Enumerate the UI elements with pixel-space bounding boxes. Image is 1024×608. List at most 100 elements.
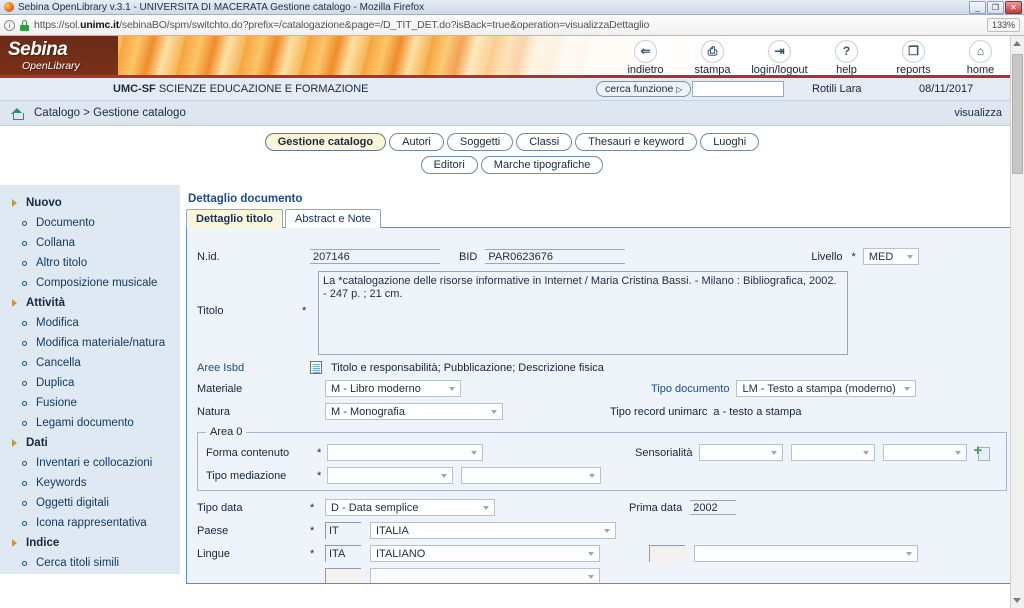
livello-select[interactable]: MED (862, 248, 919, 265)
chevron-down-icon (588, 551, 594, 556)
topnav-item-indietro[interactable]: ⇐ indietro (612, 38, 679, 76)
tipo-data-select[interactable]: D - Data semplice (325, 499, 495, 516)
chevron-down-icon (441, 473, 447, 478)
pill-autori[interactable]: Autori (389, 133, 444, 151)
maximize-button[interactable]: ❐ (987, 0, 1004, 14)
current-user: Rotili Lara (812, 83, 862, 95)
lingue-select-1[interactable]: ITALIANO (370, 545, 600, 562)
natura-select[interactable]: M - Monografia (325, 403, 503, 420)
natura-value: M - Monografia (331, 405, 405, 418)
sidebar-item-label: Fusione (36, 397, 77, 409)
page-scrollbar[interactable] (1010, 36, 1024, 608)
isbd-list-icon[interactable] (310, 361, 322, 374)
topnav-item-help[interactable]: ? help (813, 38, 880, 76)
tipo-mediazione-select-2[interactable] (461, 467, 601, 484)
materiale-select[interactable]: M - Libro moderno (325, 380, 461, 397)
forma-contenuto-select[interactable] (327, 444, 483, 461)
bullet-icon (22, 360, 27, 366)
cerca-funzione-button[interactable]: cerca funzione ▷ (596, 81, 692, 97)
bid-input[interactable] (485, 249, 626, 264)
tipo-documento-label[interactable]: Tipo documento (651, 383, 729, 395)
lingue-code-input-3[interactable] (325, 568, 361, 583)
tab-dettaglio-titolo[interactable]: Dettaglio titolo (186, 209, 283, 228)
nid-input[interactable] (310, 249, 440, 264)
pill-editori[interactable]: Editori (420, 156, 478, 174)
chevron-down-icon (906, 254, 913, 259)
bullet-icon (22, 280, 27, 286)
chevron-right-icon: ▷ (676, 84, 683, 94)
tab-abstract-e-note[interactable]: Abstract e Note (285, 209, 381, 228)
topnav-item-home[interactable]: ⌂ home (947, 38, 1014, 76)
paese-code-input[interactable] (325, 522, 361, 539)
scrollbar-thumb[interactable] (1012, 54, 1023, 174)
lingue-select-2[interactable] (694, 545, 918, 562)
scroll-up-arrow-icon[interactable] (1013, 41, 1021, 46)
lingue-code-input-2[interactable] (649, 545, 685, 562)
sidebar-item-oggetti-digitali[interactable]: Oggetti digitali (0, 493, 179, 513)
lingue-select-3[interactable] (370, 568, 600, 583)
question-mark-icon: ? (813, 38, 880, 64)
paese-label: Paese (197, 524, 229, 537)
sidebar-item-icona-rappresentativa[interactable]: Icona rappresentativa (0, 513, 179, 533)
sidebar-item-duplica[interactable]: Duplica (0, 373, 179, 393)
sidebar-item-inventari-e-collocazioni[interactable]: Inventari e collocazioni (0, 453, 179, 473)
tipo-documento-select[interactable]: LM - Testo a stampa (moderno) (736, 380, 917, 397)
sidebar-group-nuovo[interactable]: Nuovo (0, 193, 179, 213)
sidebar-group-indice[interactable]: Indice (0, 533, 179, 553)
bullet-icon (22, 520, 27, 526)
topnav-item-stampa[interactable]: ⎙ stampa (679, 38, 746, 76)
scroll-down-arrow-icon[interactable] (1013, 598, 1021, 603)
sebina-logo[interactable]: Sebina OpenLibrary (8, 40, 80, 72)
close-button[interactable]: ✕ (1005, 0, 1022, 14)
sidebar-item-composizione-musicale[interactable]: Composizione musicale (0, 273, 179, 293)
titolo-textarea[interactable] (318, 271, 848, 355)
sidebar-group-dati[interactable]: Dati (0, 433, 179, 453)
pill-gestione-catalogo[interactable]: Gestione catalogo (264, 133, 387, 151)
materiale-label: Materiale (197, 382, 243, 395)
row-materiale: Materiale M - Libro moderno Tipo documen… (197, 380, 1011, 397)
pill-thesauri-e-keyword[interactable]: Thesauri e keyword (575, 133, 698, 151)
sidebar-item-collana[interactable]: Collana (0, 233, 179, 253)
sidebar-item-legami-documento[interactable]: Legami documento (0, 413, 179, 433)
sidebar-item-fusione[interactable]: Fusione (0, 393, 179, 413)
zoom-level-badge[interactable]: 133% (986, 18, 1020, 32)
site-info-icon[interactable]: i (4, 19, 15, 31)
prima-data-input[interactable] (690, 500, 737, 515)
bullet-icon (22, 420, 27, 426)
library-code: UMC-SF (113, 83, 156, 95)
aree-isbd-label[interactable]: Aree Isbd (197, 362, 310, 374)
sidebar-item-keywords[interactable]: Keywords (0, 473, 179, 493)
sidebar-item-altro-titolo[interactable]: Altro titolo (0, 253, 179, 273)
sidebar-item-cerca-titoli-simili[interactable]: Cerca titoli simili (0, 553, 179, 573)
pill-luoghi[interactable]: Luoghi (700, 133, 760, 151)
sensorialita-select-3[interactable] (883, 444, 968, 461)
sidebar-group-attivita[interactable]: Attività (0, 293, 179, 313)
sidebar-item-label: Inventari e collocazioni (36, 457, 153, 469)
url-text[interactable]: https://sol.unimc.it/sebinaBO/spm/switch… (34, 19, 981, 31)
sensorialita-select-2[interactable] (791, 444, 876, 461)
lingue-code-input-1[interactable] (325, 545, 361, 562)
paese-select[interactable]: ITALIA (370, 522, 616, 539)
nid-label: N.id. (197, 250, 220, 263)
pill-row-1: Gestione catalogo Autori Soggetti Classi… (0, 133, 1024, 151)
add-green-plus-icon[interactable]: + (973, 443, 991, 461)
bullet-icon (22, 240, 27, 246)
pill-soggetti[interactable]: Soggetti (446, 133, 514, 151)
tipo-mediazione-select-1[interactable] (327, 467, 453, 484)
sidebar-item-documento[interactable]: Documento (0, 213, 179, 233)
logo-line-2: OpenLibrary (22, 60, 80, 72)
browser-url-bar[interactable]: i https://sol.unimc.it/sebinaBO/spm/swit… (0, 15, 1024, 36)
pill-classi[interactable]: Classi (516, 133, 573, 151)
minimize-button[interactable]: _ (969, 0, 986, 14)
sidebar-item-modifica[interactable]: Modifica (0, 313, 179, 333)
sidebar-item-modifica-materiale-natura[interactable]: Modifica materiale/natura (0, 333, 179, 353)
topnav-item-login-logout[interactable]: ⇥ login/logout (746, 38, 813, 76)
sidebar-item-cancella[interactable]: Cancella (0, 353, 179, 373)
cerca-funzione-input[interactable] (692, 81, 784, 97)
pill-marche-tipografiche[interactable]: Marche tipografiche (480, 156, 604, 174)
home-icon[interactable] (10, 107, 25, 120)
topnav-item-reports[interactable]: ❐ reports (880, 38, 947, 76)
breadcrumb[interactable]: Catalogo > Gestione catalogo (34, 107, 186, 119)
sensorialita-select-1[interactable] (699, 444, 784, 461)
forma-contenuto-label: Forma contenuto (206, 446, 290, 459)
